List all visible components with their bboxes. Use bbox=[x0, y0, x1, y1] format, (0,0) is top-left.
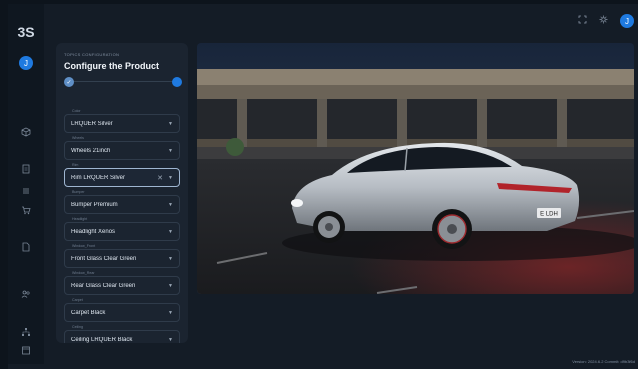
cube-icon[interactable] bbox=[16, 124, 36, 140]
select-value: Ceiling LRQUER Black bbox=[71, 336, 133, 343]
step-current-icon[interactable] bbox=[172, 77, 182, 87]
chevron-down-icon: ▼ bbox=[168, 120, 173, 127]
headlight-select[interactable]: Headlight Xenos ▼ bbox=[64, 222, 180, 241]
page-title: Configure the Product bbox=[64, 61, 159, 71]
settings-icon[interactable] bbox=[599, 15, 608, 27]
select-value: Rim LRQUER Silver bbox=[71, 174, 126, 181]
rim-select[interactable]: Rim LRQUER Silver ✕ ▼ bbox=[64, 168, 180, 187]
select-value: LRQUER Silver bbox=[71, 120, 113, 127]
select-value: Wheels 21inch bbox=[71, 147, 111, 154]
user-avatar[interactable]: J bbox=[19, 56, 33, 70]
window-front-select[interactable]: Front Glass Clear Green ▼ bbox=[64, 249, 180, 268]
car-render-image: E LDH bbox=[197, 43, 634, 294]
select-value: Front Glass Clear Green bbox=[71, 255, 137, 262]
cart-icon[interactable] bbox=[16, 202, 36, 218]
field-label: Headlight bbox=[72, 217, 88, 221]
field-label: Window_Front bbox=[72, 244, 96, 248]
calendar-icon[interactable] bbox=[16, 342, 36, 358]
field-label: Ceiling bbox=[72, 325, 83, 329]
breadcrumb: TOPICS CONFIGURATION bbox=[64, 52, 120, 57]
wheels-select[interactable]: Wheels 21inch ▼ bbox=[64, 141, 180, 160]
step-progress: ✓ bbox=[64, 77, 182, 87]
user-avatar-top[interactable]: J bbox=[620, 14, 634, 28]
chevron-down-icon: ▼ bbox=[168, 201, 173, 208]
field-label: Carpet bbox=[72, 298, 83, 302]
product-3d-viewer[interactable]: E LDH bbox=[197, 43, 634, 294]
clear-icon[interactable]: ✕ bbox=[157, 174, 163, 182]
step-complete-icon[interactable]: ✓ bbox=[64, 77, 74, 87]
chevron-down-icon: ▼ bbox=[168, 147, 173, 154]
select-value: Headlight Xenos bbox=[71, 228, 116, 235]
people-icon[interactable] bbox=[16, 286, 36, 302]
file-icon[interactable] bbox=[16, 239, 36, 255]
configure-panel: TOPICS CONFIGURATION Configure the Produ… bbox=[56, 43, 188, 343]
chevron-down-icon: ▼ bbox=[168, 174, 173, 181]
select-value: Rear Glass Clear Green bbox=[71, 282, 136, 289]
app-logo-icon[interactable]: 3S bbox=[16, 24, 36, 40]
left-nav-rail: 3S J bbox=[8, 4, 44, 364]
version-label: Version: 2024.6.2 Commit: d9b3f6d bbox=[572, 359, 635, 364]
chevron-down-icon: ▼ bbox=[168, 336, 173, 343]
chevron-down-icon: ▼ bbox=[168, 255, 173, 262]
field-label: Window_Rear bbox=[72, 271, 95, 275]
select-value: Bumper Premium bbox=[71, 201, 118, 208]
topbar-actions: J bbox=[578, 12, 634, 30]
ceiling-select[interactable]: Ceiling LRQUER Black ▼ bbox=[64, 330, 180, 343]
org-icon[interactable] bbox=[16, 324, 36, 340]
document-icon[interactable] bbox=[16, 161, 36, 177]
chevron-down-icon: ▼ bbox=[168, 282, 173, 289]
window-rear-select[interactable]: Rear Glass Clear Green ▼ bbox=[64, 276, 180, 295]
field-label: Bumper bbox=[72, 190, 85, 194]
field-label: Rim bbox=[72, 163, 79, 167]
field-label: Color bbox=[72, 109, 81, 113]
chevron-down-icon: ▼ bbox=[168, 309, 173, 316]
bumper-select[interactable]: Bumper Premium ▼ bbox=[64, 195, 180, 214]
color-select[interactable]: LRQUER Silver ▼ bbox=[64, 114, 180, 133]
select-value: Carpet Black bbox=[71, 309, 106, 316]
step-line bbox=[70, 81, 176, 82]
fullscreen-icon[interactable] bbox=[578, 15, 587, 27]
chevron-down-icon: ▼ bbox=[168, 228, 173, 235]
carpet-select[interactable]: Carpet Black ▼ bbox=[64, 303, 180, 322]
field-label: Wheels bbox=[72, 136, 84, 140]
license-plate: E LDH bbox=[540, 212, 558, 218]
list-icon[interactable] bbox=[16, 183, 36, 199]
